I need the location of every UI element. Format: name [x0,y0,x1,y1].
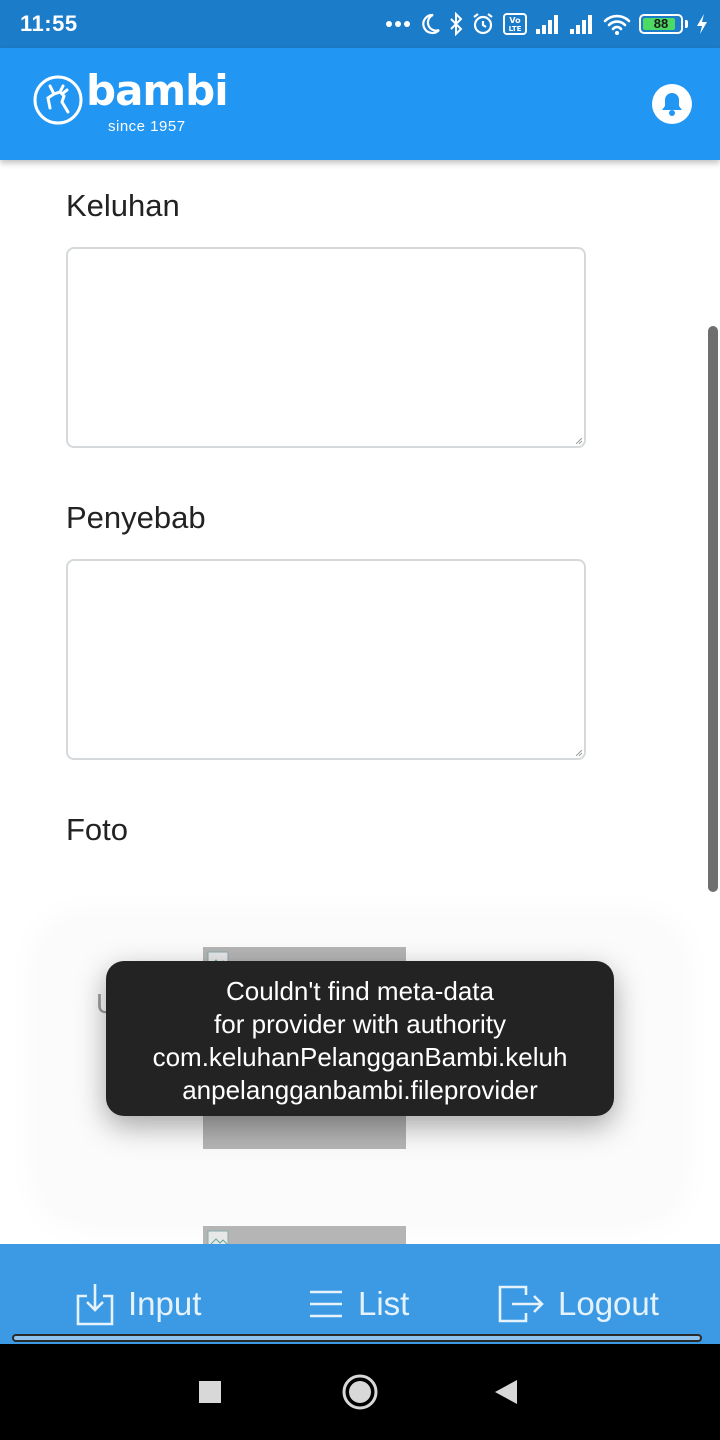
alarm-icon [473,13,493,35]
download-icon [76,1284,114,1326]
home-circle-icon [342,1374,378,1410]
nav-logout-label: Logout [558,1285,659,1322]
svg-text:LTE: LTE [509,25,522,33]
status-icons: Vo LTE 88 [385,10,708,38]
logo-tagline: since 1957 [108,118,186,135]
toast-line: for provider with authority [214,1009,506,1039]
recents-button[interactable] [188,1370,232,1414]
resize-grip-icon[interactable] [576,750,582,756]
nav-scroll-rail [12,1334,702,1342]
status-bar: 11:55 Vo LTE 88 [0,0,720,48]
keluhan-textarea[interactable] [66,247,586,448]
battery-icon: 88 [639,14,683,34]
menu-icon [310,1290,342,1318]
svg-text:Vo: Vo [509,16,521,25]
app-header: bambi since 1957 [0,48,720,160]
nav-logout[interactable]: Logout [498,1280,659,1328]
charging-icon [697,14,707,34]
wifi-icon [603,14,631,35]
bluetooth-icon [450,12,463,36]
toast-line: anpelangganbambi.fileprovider [182,1075,538,1105]
logo-wordmark: bambi [86,66,229,115]
bambi-logo: bambi since 1957 [32,66,229,136]
logout-icon [498,1285,544,1323]
back-button[interactable] [484,1370,528,1414]
bottom-navigation: Input List Logout [0,1244,720,1344]
recents-square-icon [199,1381,221,1403]
battery-percent: 88 [653,16,669,31]
battery-tip [685,20,688,28]
nav-list-label: List [358,1285,410,1322]
bell-icon [662,93,682,116]
scrollbar[interactable] [708,326,718,892]
dots-icon [386,21,410,27]
home-button[interactable] [338,1370,382,1414]
nav-list[interactable]: List [308,1280,409,1328]
status-time: 11:55 [20,11,78,36]
signal-icon [536,15,558,34]
nav-input-label: Input [128,1285,202,1322]
volte-icon: VoLTE [503,13,527,35]
notification-button[interactable] [652,84,692,124]
nav-input[interactable]: Input [76,1280,201,1328]
broken-image-icon [207,1230,229,1244]
penyebab-label: Penyebab [66,500,206,535]
resize-grip-icon[interactable] [576,438,582,444]
deer-logo-icon [33,75,83,125]
foto-label: Foto [66,812,129,847]
signal-icon [570,15,592,34]
photo-placeholder[interactable] [203,1226,406,1244]
system-navigation-bar [0,1344,720,1440]
back-triangle-icon [495,1380,517,1404]
moon-icon [422,13,440,35]
error-toast: Couldn't find meta-data for provider wit… [106,961,614,1116]
keluhan-label: Keluhan [66,188,180,223]
penyebab-textarea[interactable] [66,559,586,760]
toast-line: Couldn't find meta-data [225,976,494,1006]
toast-line: com.keluhanPelangganBambi.keluh [152,1042,568,1072]
